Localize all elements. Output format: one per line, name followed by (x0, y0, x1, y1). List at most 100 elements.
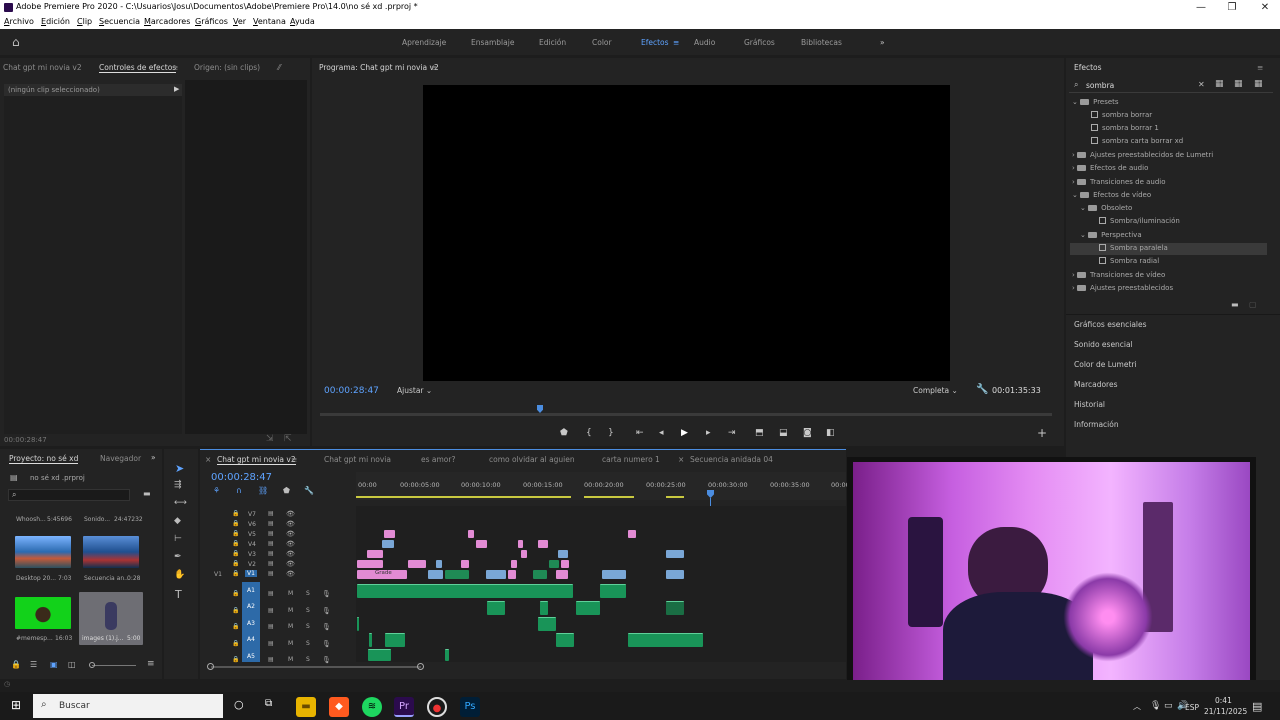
timeline-tracks-area[interactable]: Grade (356, 506, 846, 662)
video-clip[interactable] (666, 570, 684, 579)
audio-clip[interactable] (445, 649, 449, 661)
icon-view-icon[interactable]: ▣ (50, 661, 58, 669)
menu-archivo[interactable]: Archivo (4, 17, 34, 26)
video-clip[interactable]: Grade (357, 570, 407, 579)
audio-lock-column[interactable]: 🔒 🔒 🔒 🔒 🔒 (232, 586, 239, 669)
tree-preset-item[interactable]: sombra borrar 1 (1091, 124, 1159, 132)
go-to-in-icon[interactable]: ⇤ (636, 428, 644, 438)
solo-label[interactable]: S (306, 623, 310, 630)
project-menu-icon[interactable]: ≡ (147, 660, 155, 669)
menu-ventana[interactable]: Ventana (253, 17, 286, 26)
snap-icon[interactable]: ∩ (236, 487, 242, 495)
extract-icon[interactable]: ⬓ (779, 428, 788, 438)
workspace-more-icon[interactable]: » (880, 38, 885, 47)
audio-mic-column[interactable]: 🎙 🎙 🎙 🎙 🎙 (322, 586, 331, 669)
track-v2[interactable]: V2 (248, 561, 256, 568)
nest-icon[interactable]: ⚘ (213, 487, 220, 495)
timeline-tab-menu-icon[interactable]: ≡ (291, 455, 297, 464)
timeline-tab[interactable]: es amor? (421, 455, 455, 464)
clear-search-icon[interactable]: ✕ (1198, 81, 1205, 89)
tree-audio-transitions[interactable]: › Transiciones de audio (1072, 178, 1166, 186)
project-thumbnail[interactable] (15, 536, 71, 568)
program-menu-icon[interactable]: ≡ (431, 63, 437, 72)
video-clip[interactable] (508, 570, 516, 579)
timeline-tab[interactable]: como olvidar al aguien (489, 455, 575, 464)
mute-label[interactable]: M (288, 640, 293, 647)
audio-clip[interactable] (369, 633, 372, 647)
audio-clip[interactable] (538, 617, 556, 631)
program-video-frame[interactable] (423, 85, 950, 381)
add-marker-icon[interactable]: ⬟ (283, 487, 290, 495)
accelerated-effects-icon[interactable]: ▦ (1215, 80, 1224, 89)
tab-navegador[interactable]: Navegador (100, 454, 141, 463)
go-to-out-icon[interactable]: ⇥ (728, 428, 736, 438)
track-v7[interactable]: V7 (248, 511, 256, 518)
program-timecode[interactable]: 00:00:28:47 (324, 386, 379, 396)
workspace-efectos[interactable]: Efectos (641, 38, 669, 47)
freeform-view-icon[interactable]: ◫ (68, 661, 76, 669)
audio-clip[interactable] (487, 601, 505, 615)
timeline-ruler[interactable]: 00:00 00:00:05:00 00:00:10:00 00:00:15:0… (356, 472, 850, 500)
track-a3[interactable]: A3 (247, 620, 255, 627)
video-clip[interactable] (556, 570, 568, 579)
video-clip[interactable] (468, 530, 474, 538)
network-icon[interactable]: ▭ (1164, 702, 1173, 711)
video-clip[interactable] (518, 540, 523, 548)
track-v3[interactable]: V3 (248, 551, 256, 558)
tree-obsoleto[interactable]: ⌄ Obsoleto (1080, 204, 1132, 212)
video-clip[interactable] (428, 570, 443, 579)
yuv-effects-icon[interactable]: ▦ (1254, 80, 1263, 89)
mute-label[interactable]: M (288, 607, 293, 614)
audio-clip[interactable] (368, 649, 391, 661)
mark-out-icon[interactable]: } (608, 428, 614, 438)
menu-marcadores[interactable]: Marcadores (144, 17, 190, 26)
video-clip[interactable] (533, 570, 547, 579)
track-v5[interactable]: V5 (248, 531, 256, 538)
audio-clip[interactable] (556, 633, 574, 647)
audio-clip[interactable] (600, 584, 626, 598)
32bit-effects-icon[interactable]: ▦ (1234, 80, 1243, 89)
panel-sonido-esencial[interactable]: Sonido esencial (1074, 340, 1133, 349)
timeline-tab[interactable]: Chat gpt mi novia (324, 455, 391, 464)
program-title[interactable]: Programa: Chat gpt mi novia v2 (319, 63, 439, 72)
tree-presets[interactable]: ⌄ Presets (1072, 98, 1119, 106)
ripple-edit-icon[interactable]: ⟷ (174, 499, 187, 508)
audio-clip[interactable] (385, 633, 405, 647)
tab-sequence[interactable]: Chat gpt mi novia v2 (3, 63, 82, 72)
minimize-button[interactable]: — (1186, 0, 1216, 15)
play-icon[interactable]: ▶ (681, 428, 688, 438)
effects-menu-icon[interactable]: ≡ (1257, 63, 1263, 72)
clock-date[interactable]: 21/11/2025 (1204, 707, 1247, 716)
video-clip[interactable] (666, 550, 684, 558)
menu-secuencia[interactable]: Secuencia (99, 17, 140, 26)
solo-label[interactable]: S (306, 640, 310, 647)
close-button[interactable]: ✕ (1250, 0, 1280, 15)
tree-lumetri[interactable]: › Ajustes preestablecidos de Lumetri (1072, 151, 1213, 159)
video-clip[interactable] (382, 540, 394, 548)
close-tab-icon[interactable]: × (205, 455, 211, 464)
mic-tray-icon[interactable]: 🎙 (1150, 702, 1161, 711)
video-clip[interactable] (538, 540, 548, 548)
pen-icon[interactable]: ✒ (174, 553, 182, 562)
fit-dropdown[interactable]: Ajustar ⌄ (397, 386, 432, 395)
video-clip[interactable] (511, 560, 517, 568)
selection-tool-icon[interactable]: ➤ (175, 463, 184, 474)
tree-audio-effects[interactable]: › Efectos de audio (1072, 164, 1148, 172)
workspace-menu-icon[interactable]: ≡ (673, 38, 679, 47)
delete-icon[interactable]: ▢ (1249, 301, 1257, 309)
lock-icon[interactable]: 🔒 (11, 661, 21, 669)
tray-expand-icon[interactable]: ︿ (1133, 703, 1141, 711)
obs-icon[interactable]: ● (427, 697, 447, 717)
export-frame-icon[interactable]: ◙ (803, 428, 812, 438)
tab-overflow-icon[interactable]: ⁄⁄ (278, 63, 281, 72)
audio-clip[interactable] (357, 617, 359, 631)
filter-icon[interactable]: ⇲ (266, 435, 274, 444)
audio-clip[interactable] (540, 601, 548, 615)
tab-source[interactable]: Origen: (sin clips) (194, 63, 260, 72)
solo-label[interactable]: S (306, 607, 310, 614)
video-clip[interactable] (436, 560, 442, 568)
workspace-graficos[interactable]: Gráficos (744, 38, 775, 47)
audio-sync-column[interactable]: ▤ ▤ ▤ ▤ ▤ (268, 586, 274, 669)
mute-label[interactable]: M (288, 623, 293, 630)
source-patch-v1[interactable]: V1 (214, 571, 222, 578)
